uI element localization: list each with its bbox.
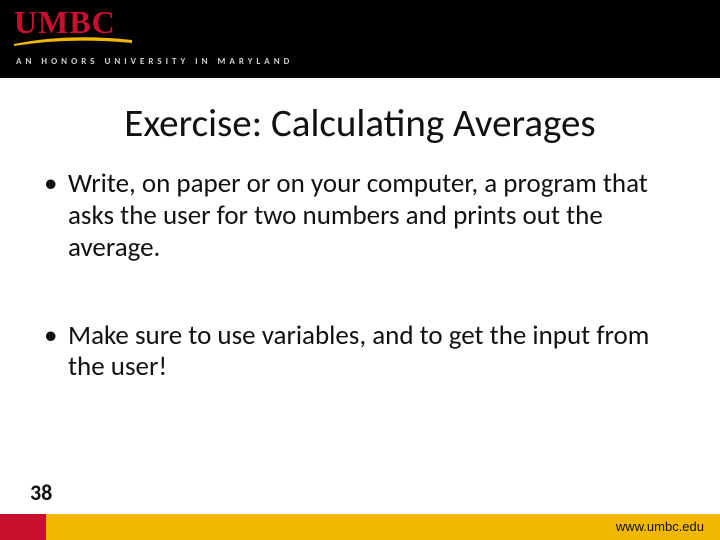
bullet-item: Make sure to use variables, and to get t… — [44, 320, 684, 384]
tagline: AN HONORS UNIVERSITY IN MARYLAND — [16, 56, 293, 67]
footer-band — [0, 514, 720, 540]
bullet-list: Write, on paper or on your computer, a p… — [44, 168, 684, 383]
header-band: UMBC AN HONORS UNIVERSITY IN MARYLAND — [0, 0, 720, 78]
page-number: 38 — [30, 479, 52, 506]
slide: UMBC AN HONORS UNIVERSITY IN MARYLAND Ex… — [0, 0, 720, 540]
footer-url: www.umbc.edu — [616, 519, 704, 534]
slide-title: Exercise: Calculating Averages — [0, 100, 720, 147]
slide-body: Write, on paper or on your computer, a p… — [44, 168, 684, 439]
bullet-item: Write, on paper or on your computer, a p… — [44, 168, 684, 264]
umbc-logo: UMBC — [14, 6, 116, 38]
footer-band-accent — [0, 514, 46, 540]
logo-swoosh-icon — [14, 36, 132, 46]
logo-text: UMBC — [14, 6, 116, 38]
